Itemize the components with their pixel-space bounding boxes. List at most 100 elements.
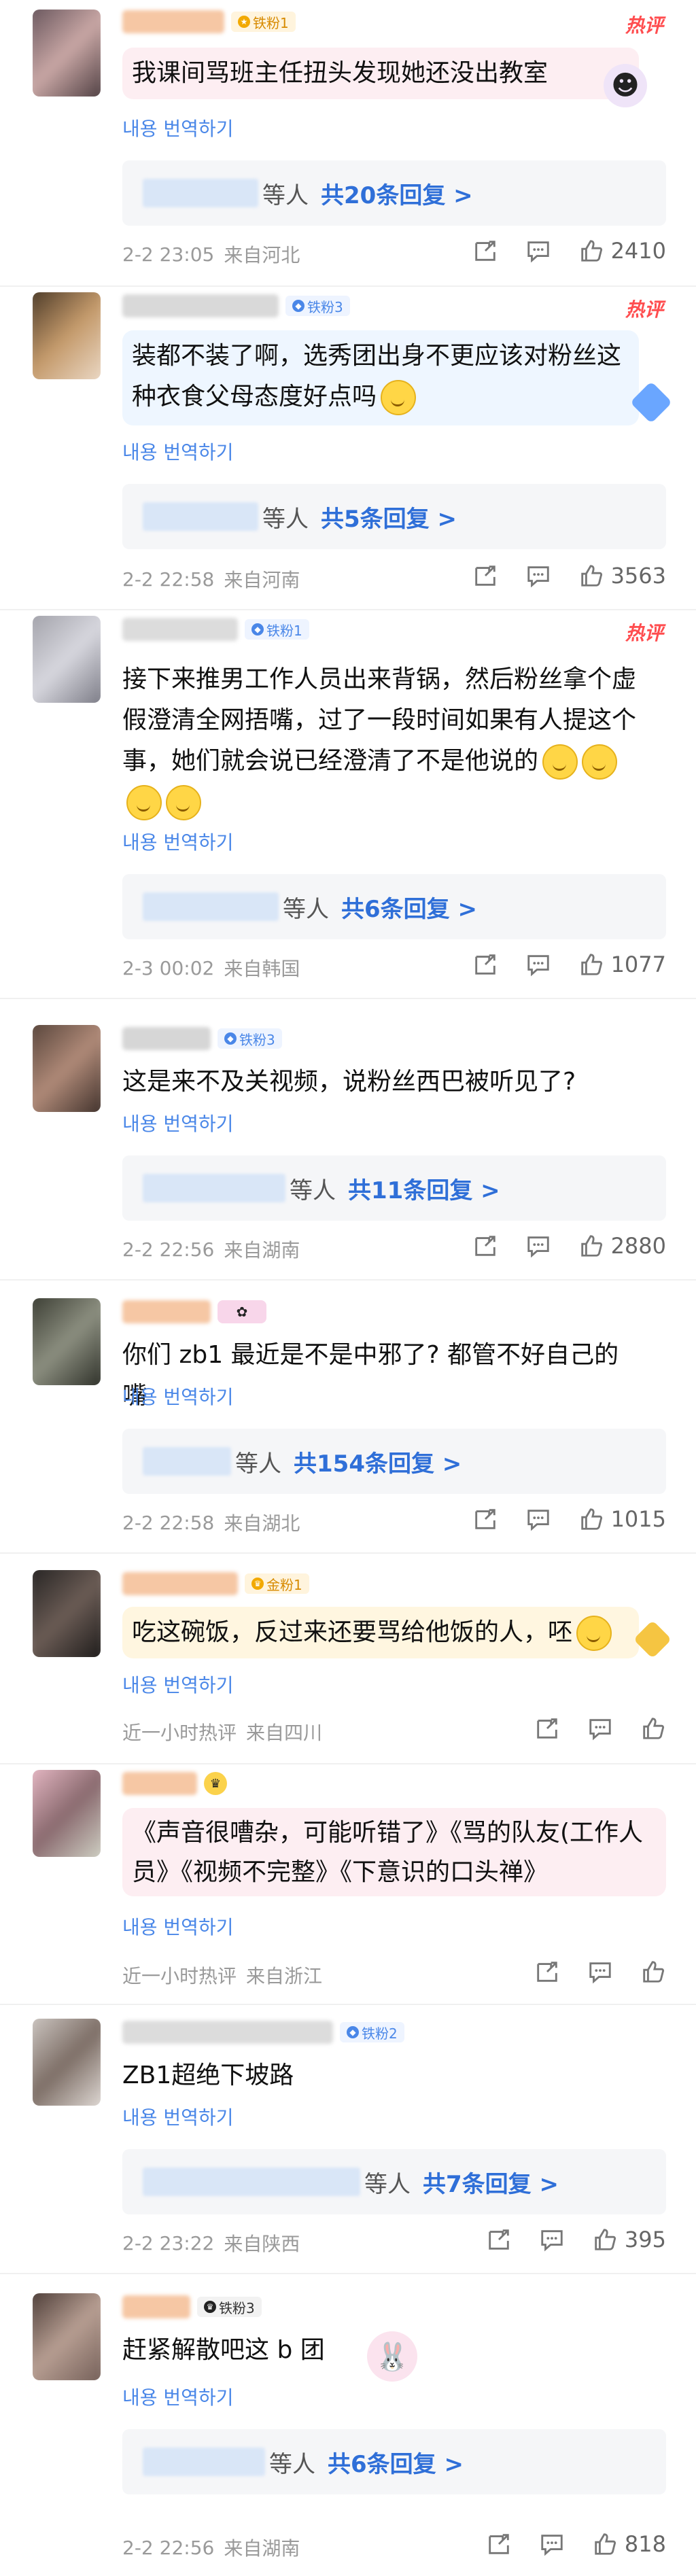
hot-comment-label: 热评 [625,298,663,321]
avatar[interactable] [33,2293,101,2380]
translate-link[interactable]: 내용 번역하기 [122,1913,233,1940]
like-count: 3563 [610,563,666,589]
share-button[interactable] [472,563,498,589]
fan-badge-icon: ★ [238,16,250,28]
thumbs-up-icon [595,2533,616,2555]
comment-time: 近一小时热评 [122,1722,237,1744]
comment-button[interactable] [525,1506,551,1532]
like-button[interactable]: 2410 [578,238,666,264]
username[interactable] [122,1300,211,1323]
like-button[interactable] [640,1716,666,1741]
avatar[interactable] [33,2019,101,2106]
comment-text: 这是来不及关视频，说粉丝西巴被听见了? [122,1068,576,1096]
reply-summary[interactable]: 等人 共6条回复 > [122,2429,666,2494]
translate-link[interactable]: 내용 번역하기 [122,828,233,855]
comment-button[interactable] [525,563,551,589]
reply-summary[interactable]: 等人 共11条回复 > [122,1155,666,1221]
fan-badge: ♛ 铁粉3 [197,2297,262,2317]
translate-link[interactable]: 내용 번역하기 [122,2103,233,2130]
share-icon [474,954,495,975]
comment-text: 装都不装了啊，选秀团出身不更应该对粉丝这种衣食父母态度好点吗 [122,330,639,425]
reply-count-link[interactable]: 共11条回复 > [348,1172,500,1205]
reply-summary[interactable]: 等人 共20条回复 > [122,160,666,226]
avatar[interactable] [33,1570,101,1657]
comment-text: 接下来推男工作人员出来背锅，然后粉丝拿个虚假澄清全网捂嘴，过了一段时间如果有人提… [122,659,639,822]
comment-location: 来自河南 [224,569,300,591]
translate-link[interactable]: 내용 번역하기 [122,1671,233,1698]
comment-time: 2-2 22:58 [122,1511,215,1534]
comment-button[interactable] [539,2227,565,2252]
like-count: 1077 [610,952,666,977]
avatar[interactable] [33,616,101,703]
comment-time: 近一小时热评 [122,1965,237,1987]
share-icon [537,1718,557,1739]
share-button[interactable] [486,2531,512,2557]
username[interactable] [122,1772,197,1795]
share-button[interactable] [472,1233,498,1259]
smile-emoji-icon [542,744,578,780]
comment-time: 2-2 22:56 [122,2536,215,2559]
username[interactable] [122,2295,190,2318]
share-button[interactable] [534,1959,560,1985]
like-button[interactable] [640,1959,666,1985]
username[interactable] [122,10,224,33]
comment-icon [527,241,549,263]
reply-summary[interactable]: 等人 共6条回复 > [122,874,666,939]
reply-summary[interactable]: 等人 共7条回复 > [122,2149,666,2214]
medal-sticker-icon: ✿ [218,1300,266,1323]
comment-icon [589,1962,611,1984]
like-button[interactable]: 1015 [578,1506,666,1532]
translate-link[interactable]: 내용 번역하기 [122,438,233,465]
translate-link[interactable]: 내용 번역하기 [122,1109,233,1136]
comment-location: 来自湖南 [224,1239,300,1261]
reply-count-link[interactable]: 共20条回复 > [321,177,473,210]
share-button[interactable] [472,238,498,264]
username[interactable] [122,1027,211,1050]
divider [0,2273,696,2274]
like-button[interactable]: 818 [592,2531,666,2557]
share-icon [474,241,495,261]
reply-summary[interactable]: 等人 共5条回复 > [122,484,666,549]
share-button[interactable] [486,2227,512,2252]
reply-count-link[interactable]: 共5条回复 > [321,500,457,534]
username[interactable] [122,618,238,641]
avatar[interactable] [33,1298,101,1385]
username[interactable] [122,1572,238,1595]
comment-time: 2-3 00:02 [122,956,215,979]
comment-button[interactable] [525,952,551,977]
username[interactable] [122,2021,333,2044]
avatar[interactable] [33,1770,101,1857]
translate-link[interactable]: 내용 번역하기 [122,2383,233,2410]
avatar[interactable] [33,10,101,97]
like-button[interactable]: 395 [592,2227,666,2252]
like-button[interactable]: 3563 [578,563,666,589]
thumbs-up-icon [580,240,602,262]
share-button[interactable] [472,1506,498,1532]
comment-time: 2-2 23:22 [122,2231,215,2255]
translate-link[interactable]: 내용 번역하기 [122,114,233,141]
share-button[interactable] [534,1716,560,1741]
share-button[interactable] [472,952,498,977]
avatar[interactable] [33,292,101,379]
reply-count-link[interactable]: 共7条回复 > [423,2165,559,2199]
comment-button[interactable] [587,1959,613,1985]
username[interactable] [122,294,279,317]
reply-count-link[interactable]: 共6条回复 > [328,2446,464,2479]
fan-badge: ◆ 铁粉3 [218,1028,282,1049]
like-button[interactable]: 2880 [578,1233,666,1259]
fan-badge: ◆ 铁粉1 [245,619,309,640]
reply-count-link[interactable]: 共6条回复 > [341,890,477,924]
avatar[interactable] [33,1025,101,1112]
comment-button[interactable] [587,1716,613,1741]
fan-badge: ♛ 金粉1 [245,1573,309,1594]
divider [0,998,696,999]
translate-link[interactable]: 내용 번역하기 [122,1382,233,1410]
reply-summary[interactable]: 等人 共154条回复 > [122,1429,666,1494]
comment-button[interactable] [525,238,551,264]
reply-count-link[interactable]: 共154条回复 > [294,1445,462,1478]
like-button[interactable]: 1077 [578,952,666,977]
comment-button[interactable] [525,1233,551,1259]
comment-button[interactable] [539,2531,565,2557]
reply-users [143,1447,231,1476]
fan-badge-icon: ♛ [251,1578,264,1590]
